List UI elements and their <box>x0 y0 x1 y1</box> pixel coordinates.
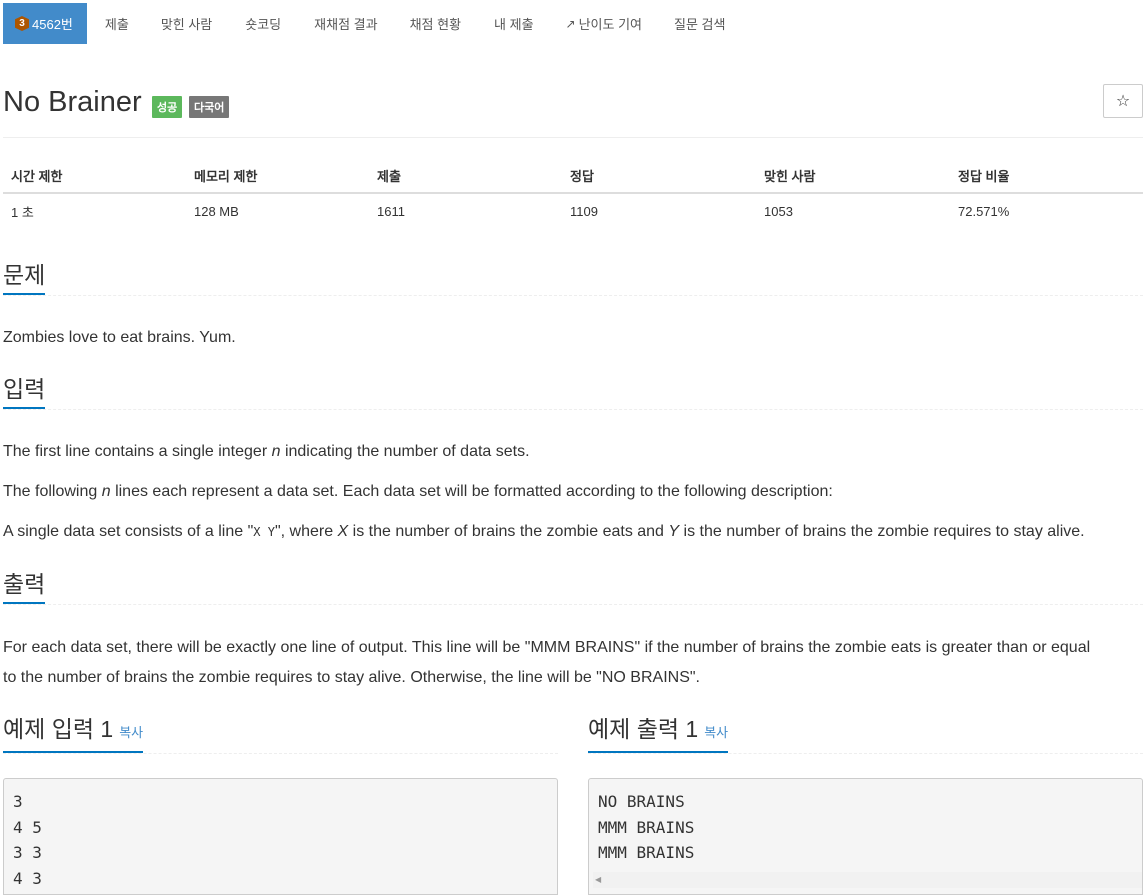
nav-rejudge[interactable]: 재채점 결과 <box>314 3 377 44</box>
nav-my-submissions[interactable]: 내 제출 <box>494 3 534 44</box>
input-line-3-text-b: ", where <box>274 523 338 540</box>
sample-output-header: 예제 출력 1 복사 <box>588 715 1143 754</box>
star-button[interactable]: ☆ <box>1103 84 1143 118</box>
input-line-2-var: n <box>101 483 111 500</box>
header-ratio: 정답 비율 <box>950 158 1143 194</box>
sample-input-header: 예제 입력 1 복사 <box>3 715 558 754</box>
nav-difficulty-label: 난이도 기여 <box>578 17 643 32</box>
copy-input-button[interactable]: 복사 <box>119 725 143 740</box>
nav-problem-tab[interactable]: 3 4562번 <box>3 3 87 44</box>
header-accepted: 정답 <box>562 158 756 194</box>
sample-input-title: 예제 입력 1 <box>3 716 114 742</box>
input-line-2: The following n lines each represent a d… <box>3 477 1145 507</box>
output-line-2: to the number of brains the zombie requi… <box>3 669 700 686</box>
input-line-2-text-b: lines each represent a data set. Each da… <box>110 483 833 500</box>
input-line-3-text-c: is the number of brains the zombie eats … <box>348 523 669 540</box>
input-title: 입력 <box>3 375 46 409</box>
header-memory-limit: 메모리 제한 <box>186 158 369 194</box>
input-line-3-code: X Y <box>253 525 275 539</box>
value-submissions: 1611 <box>377 203 405 219</box>
input-line-3-text-a: A single data set consists of a line " <box>3 523 254 540</box>
header-time-limit: 시간 제한 <box>3 158 186 194</box>
input-line-3-var-x: X <box>337 523 349 540</box>
value-accepted: 1109 <box>570 203 598 219</box>
sample-input-title-wrap: 예제 입력 1 복사 <box>3 715 144 753</box>
input-line-1-text-a: The first line contains a single integer <box>3 443 272 460</box>
value-time-limit: 1 초 <box>11 204 34 220</box>
input-line-2-text-a: The following <box>3 483 102 500</box>
input-line-1-text-b: indicating the number of data sets. <box>280 443 530 460</box>
success-label: 성공 <box>152 96 183 118</box>
header-submissions: 제출 <box>369 158 562 194</box>
header-solvers: 맞힌 사람 <box>756 158 950 194</box>
nav-short-coding[interactable]: 숏코딩 <box>245 3 281 44</box>
external-link-icon: ↗ <box>565 16 576 31</box>
problem-title: No Brainer <box>3 86 142 118</box>
problem-info-table: 시간 제한 메모리 제한 제출 정답 맞힌 사람 정답 비율 1 초 128 M… <box>3 158 1143 228</box>
description-text: Zombies love to eat brains. Yum. <box>3 329 236 346</box>
value-memory-limit: 128 MB <box>194 203 239 219</box>
description-title: 문제 <box>3 261 46 295</box>
value-ratio: 72.571% <box>958 203 1010 219</box>
sample-output-scrollbar[interactable]: ◀ <box>593 872 1142 888</box>
table-row: 1 초 128 MB 1611 1109 1053 72.571% <box>3 193 1143 228</box>
nav-status[interactable]: 채점 현황 <box>410 3 461 44</box>
sample-output-title: 예제 출력 1 <box>588 716 699 742</box>
description-header: 문제 <box>3 261 1143 296</box>
nav-difficulty-contribution[interactable]: ↗ 난이도 기여 <box>566 3 642 44</box>
star-icon: ☆ <box>1115 93 1131 110</box>
sample-input-box[interactable]: 3 4 5 3 3 4 3 <box>3 778 558 895</box>
input-line-3-text-d: is the number of brains the zombie requi… <box>679 523 1085 540</box>
problem-nav: 3 4562번 제출 맞힌 사람 숏코딩 재채점 결과 채점 현황 내 제출 ↗… <box>3 3 725 44</box>
nav-solvers[interactable]: 맞힌 사람 <box>161 3 212 44</box>
nav-question-search[interactable]: 질문 검색 <box>674 3 725 44</box>
multilang-label[interactable]: 다국어 <box>189 96 230 118</box>
sample-output-title-wrap: 예제 출력 1 복사 <box>588 715 729 753</box>
copy-output-button[interactable]: 복사 <box>704 725 728 740</box>
output-line-1: For each data set, there will be exactly… <box>3 639 1091 656</box>
nav-submit[interactable]: 제출 <box>105 3 129 44</box>
input-line-1-var: n <box>271 443 281 460</box>
output-title: 출력 <box>3 570 46 604</box>
tier-icon: 3 <box>15 16 29 31</box>
value-solvers: 1053 <box>764 203 793 219</box>
nav-problem-label: 4562번 <box>32 17 73 32</box>
scroll-left-icon[interactable]: ◀ <box>595 875 601 884</box>
input-line-1: The first line contains a single integer… <box>3 437 1145 467</box>
input-line-3: A single data set consists of a line "X … <box>3 517 1145 547</box>
input-line-3-var-y: Y <box>668 523 680 540</box>
input-header: 입력 <box>3 375 1143 410</box>
output-header: 출력 <box>3 570 1143 605</box>
